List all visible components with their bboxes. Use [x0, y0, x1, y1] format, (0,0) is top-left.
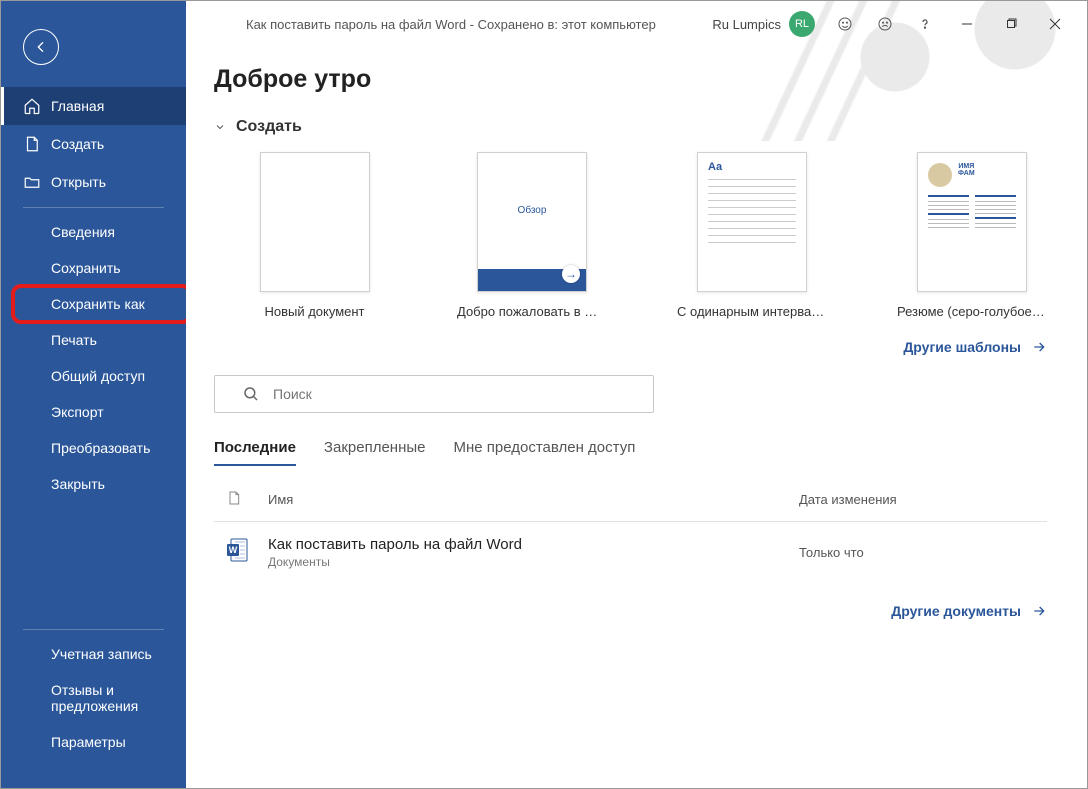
column-date[interactable]: Дата изменения	[799, 492, 1039, 507]
template-thumb: Aa	[697, 152, 807, 292]
home-icon	[23, 97, 41, 115]
templates-row: Новый документ Обзор → Добро пожаловать …	[242, 152, 1047, 319]
sidebar-item-feedback[interactable]: Отзывы и предложения	[1, 672, 186, 724]
sidebar-item-options[interactable]: Параметры	[1, 724, 186, 760]
sidebar-item-export[interactable]: Экспорт	[1, 394, 186, 430]
back-button[interactable]	[23, 29, 59, 65]
search-icon	[242, 385, 260, 408]
sidebar-item-account[interactable]: Учетная запись	[1, 636, 186, 672]
svg-text:W: W	[229, 545, 238, 555]
document-title: Как поставить пароль на файл Word - Сохр…	[246, 17, 656, 32]
list-header: Имя Дата изменения	[214, 484, 1047, 522]
resume-head: ИМЯФАМ	[958, 163, 975, 177]
page-title: Доброе утро	[214, 65, 1047, 94]
template-resume[interactable]: ИМЯФАМ Резюме (серо-голубое о...	[897, 152, 1047, 319]
title-bar: Как поставить пароль на файл Word - Сохр…	[186, 1, 1087, 47]
template-label: Новый документ	[242, 304, 387, 319]
frown-icon[interactable]	[865, 9, 905, 39]
sidebar-item-transform[interactable]: Преобразовать	[1, 430, 186, 466]
file-icon-header	[226, 490, 268, 509]
more-documents-label: Другие документы	[891, 603, 1021, 619]
tab-shared[interactable]: Мне предоставлен доступ	[453, 439, 635, 466]
sidebar-item-open[interactable]: Открыть	[1, 163, 186, 201]
sidebar-item-save-as[interactable]: Сохранить как	[1, 286, 186, 322]
tab-recent[interactable]: Последние	[214, 439, 296, 466]
template-blank-document[interactable]: Новый документ	[242, 152, 387, 319]
more-templates-link[interactable]: Другие шаблоны	[903, 339, 1047, 355]
template-label: Добро пожаловать в Word	[457, 304, 607, 319]
sidebar-item-print[interactable]: Печать	[1, 322, 186, 358]
template-thumb: Обзор →	[477, 152, 587, 292]
file-name: Как поставить пароль на файл Word	[268, 536, 799, 553]
window-minimize-button[interactable]	[945, 9, 989, 39]
sidebar-label-save-as: Сохранить как	[51, 296, 145, 312]
sidebar-separator	[23, 629, 164, 630]
new-doc-icon	[23, 135, 41, 153]
recent-tabs: Последние Закрепленные Мне предоставлен …	[214, 439, 1047, 466]
sidebar-item-new[interactable]: Создать	[1, 125, 186, 163]
word-file-icon: W	[226, 537, 268, 568]
sidebar-item-home[interactable]: Главная	[1, 87, 186, 125]
window-restore-button[interactable]	[989, 9, 1033, 39]
sidebar-item-share[interactable]: Общий доступ	[1, 358, 186, 394]
folder-open-icon	[23, 173, 41, 191]
smiley-icon[interactable]	[825, 9, 865, 39]
backstage-sidebar: Главная Создать Открыть Сведения Сохрани…	[1, 1, 186, 788]
arrow-right-icon	[1031, 603, 1047, 619]
template-badge: Обзор	[478, 205, 586, 216]
more-documents-link[interactable]: Другие документы	[891, 603, 1047, 619]
arrow-left-icon	[33, 39, 49, 55]
window-close-button[interactable]	[1033, 9, 1077, 39]
sidebar-label-new: Создать	[51, 136, 104, 152]
column-name[interactable]: Имя	[268, 492, 799, 507]
template-lines	[708, 179, 796, 249]
create-section-header[interactable]: Создать	[214, 118, 1047, 136]
template-label: Резюме (серо-голубое о...	[897, 304, 1047, 319]
template-label: С одинарным интервало...	[677, 304, 827, 319]
search-input[interactable]	[214, 375, 654, 413]
arrow-right-icon	[1031, 339, 1047, 355]
template-welcome[interactable]: Обзор → Добро пожаловать в Word	[457, 152, 607, 319]
more-templates-label: Другие шаблоны	[903, 339, 1021, 355]
sidebar-separator	[23, 207, 164, 208]
sidebar-item-close[interactable]: Закрыть	[1, 466, 186, 502]
sidebar-label-open: Открыть	[51, 174, 106, 190]
resume-cols	[928, 195, 1016, 231]
arrow-right-icon: →	[562, 265, 580, 283]
file-location: Документы	[268, 555, 799, 569]
help-icon[interactable]	[905, 9, 945, 39]
create-header-label: Создать	[236, 118, 302, 136]
search-box	[214, 375, 1047, 413]
sidebar-item-save[interactable]: Сохранить	[1, 250, 186, 286]
avatar[interactable]: RL	[789, 11, 815, 37]
tab-pinned[interactable]: Закрепленные	[324, 439, 426, 466]
template-single-spaced[interactable]: Aa С одинарным интервало...	[677, 152, 827, 319]
sidebar-label-home: Главная	[51, 98, 104, 114]
file-date: Только что	[799, 545, 1039, 560]
aa-mark: Aa	[708, 161, 722, 173]
sidebar-item-info[interactable]: Сведения	[1, 214, 186, 250]
chevron-down-icon	[214, 121, 226, 133]
file-row[interactable]: W Как поставить пароль на файл Word Доку…	[214, 522, 1047, 583]
resume-photo-icon	[928, 163, 952, 187]
user-name[interactable]: Ru Lumpics	[712, 17, 781, 32]
template-thumb	[260, 152, 370, 292]
template-thumb: ИМЯФАМ	[917, 152, 1027, 292]
